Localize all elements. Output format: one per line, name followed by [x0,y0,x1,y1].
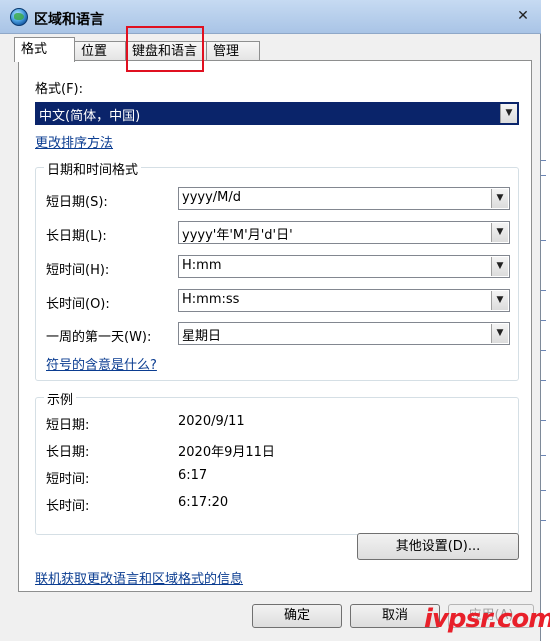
first-day-label: 一周的第一天(W): [46,330,152,345]
long-time-value: H:mm:ss [182,292,240,307]
example-short-time-value: 6:17 [178,468,208,483]
other-settings-button[interactable]: 其他设置(D)... [357,533,519,560]
long-time-select[interactable]: H:mm:ss ▼ [178,289,510,312]
long-date-value: yyyy'年'M'月'd'日' [182,228,293,243]
highlight-box [126,26,204,72]
watermark-logo: ivpsr.com [424,604,550,634]
tab-location[interactable]: 位置 [74,41,126,62]
tab-administrative[interactable]: 管理 [206,41,260,62]
ok-button[interactable]: 确定 [252,604,342,628]
format-label: 格式(F): [35,82,84,97]
example-long-time-value: 6:17:20 [178,495,229,510]
chevron-down-icon: ▼ [491,324,508,343]
title-bar[interactable]: 区域和语言 ✕ [0,0,541,34]
datetime-group-title: 日期和时间格式 [44,159,142,178]
format-select-value: 中文(简体，中国) [39,109,141,124]
chevron-down-icon: ▼ [491,223,508,242]
example-long-date-label: 长日期: [46,445,90,460]
chevron-down-icon: ▼ [491,257,508,276]
window-title: 区域和语言 [34,12,104,28]
symbol-meaning-link[interactable]: 符号的含意是什么? [46,354,157,373]
example-short-date-value: 2020/9/11 [178,414,245,429]
short-date-select[interactable]: yyyy/M/d ▼ [178,187,510,210]
datetime-format-group: 日期和时间格式 短日期(S): yyyy/M/d ▼ 长日期(L): yyyy'… [35,159,519,381]
close-icon[interactable]: ✕ [515,8,531,24]
example-group-title: 示例 [44,389,77,408]
chevron-down-icon: ▼ [491,189,508,208]
first-day-select[interactable]: 星期日 ▼ [178,322,510,345]
format-select[interactable]: 中文(简体，中国) ▼ [35,102,519,125]
example-short-time-label: 短时间: [46,472,90,487]
short-time-value: H:mm [182,258,222,273]
short-date-label: 短日期(S): [46,195,108,210]
example-long-date-value: 2020年9月11日 [178,445,275,460]
globe-icon [10,8,28,26]
short-time-label: 短时间(H): [46,263,110,278]
chevron-down-icon: ▼ [500,104,517,123]
first-day-value: 星期日 [182,329,222,344]
example-long-time-label: 长时间: [46,499,90,514]
long-time-label: 长时间(O): [46,297,110,312]
long-date-select[interactable]: yyyy'年'M'月'd'日' ▼ [178,221,510,244]
long-date-label: 长日期(L): [46,229,107,244]
chevron-down-icon: ▼ [491,291,508,310]
region-language-dialog: 区域和语言 ✕ 格式 位置 键盘和语言 管理 格式(F): 中文(简体，中国) … [0,0,550,641]
short-time-select[interactable]: H:mm ▼ [178,255,510,278]
online-info-link[interactable]: 联机获取更改语言和区域格式的信息 [35,568,243,587]
short-date-value: yyyy/M/d [182,190,242,205]
example-short-date-label: 短日期: [46,418,90,433]
change-sort-link[interactable]: 更改排序方法 [35,132,113,151]
format-tab-panel: 格式(F): 中文(简体，中国) ▼ 更改排序方法 日期和时间格式 短日期(S)… [18,60,532,592]
example-group: 示例 短日期: 2020/9/11 长日期: 2020年9月11日 短时间: 6… [35,389,519,535]
tab-format[interactable]: 格式 [14,37,75,62]
